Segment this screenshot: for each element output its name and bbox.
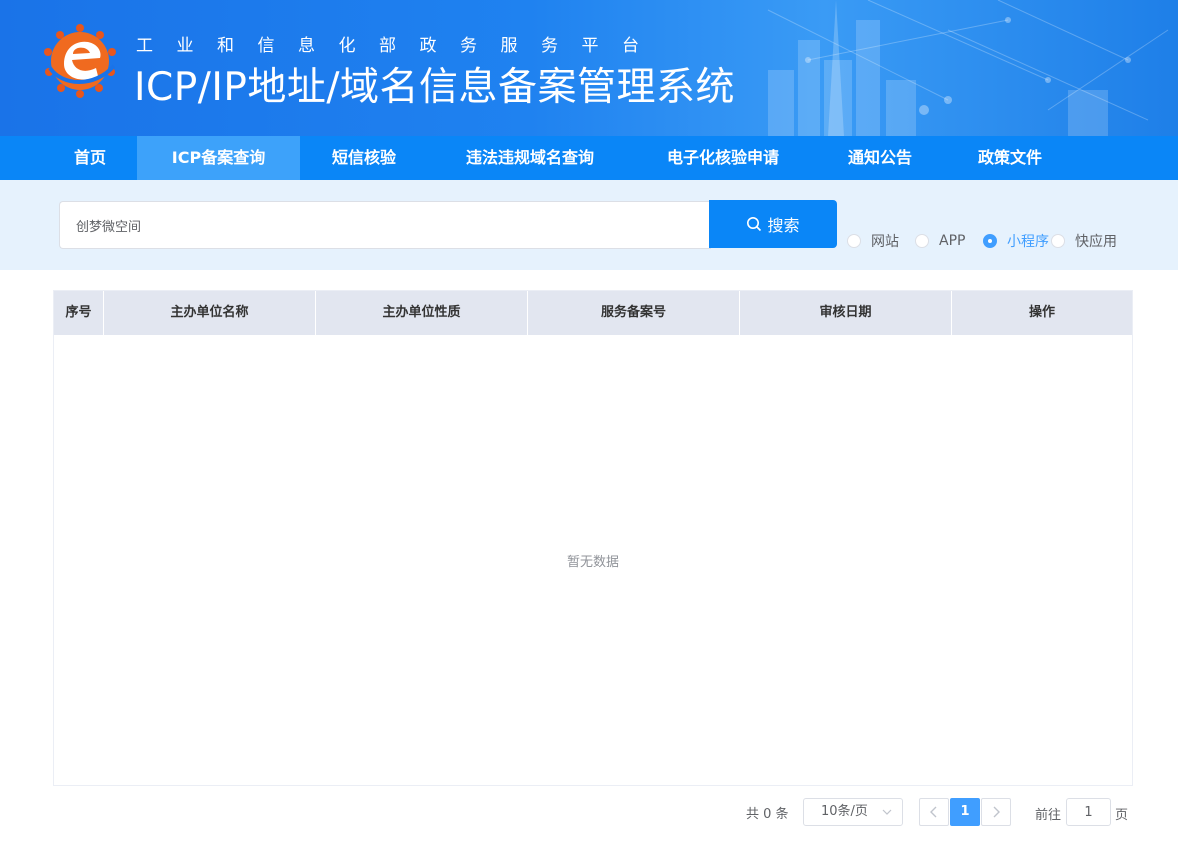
search-input[interactable] bbox=[59, 201, 711, 249]
empty-state-text: 暂无数据 bbox=[566, 555, 619, 570]
radio-dot bbox=[983, 234, 997, 248]
main-nav: 首页 ICP备案查询 短信核验 违法违规域名查询 电子化核验申请 通知公告 政策… bbox=[0, 136, 1178, 180]
radio-dot bbox=[915, 234, 929, 248]
nav-item-home[interactable]: 首页 bbox=[52, 136, 128, 180]
search-button[interactable]: 搜索 bbox=[709, 200, 837, 248]
radio-app[interactable]: APP bbox=[915, 232, 965, 250]
search-button-label: 搜索 bbox=[767, 216, 800, 235]
nav-item-sms-verify[interactable]: 短信核验 bbox=[310, 136, 418, 180]
page-number-current[interactable]: 1 bbox=[950, 798, 980, 826]
radio-label: APP bbox=[939, 233, 966, 249]
column-header-review-date: 审核日期 bbox=[740, 291, 952, 335]
page-size-select[interactable]: 10条/页 bbox=[803, 798, 903, 826]
radio-dot bbox=[1051, 234, 1065, 248]
chevron-right-icon bbox=[993, 806, 1000, 818]
radio-website[interactable]: 网站 bbox=[847, 232, 899, 250]
nav-item-icp-query[interactable]: ICP备案查询 bbox=[137, 136, 300, 180]
goto-label: 前往 bbox=[1035, 808, 1062, 823]
goto-page-input[interactable] bbox=[1066, 798, 1111, 826]
radio-quick-app[interactable]: 快应用 bbox=[1051, 232, 1117, 250]
chevron-down-icon bbox=[882, 809, 892, 815]
radio-label: 小程序 bbox=[1007, 234, 1049, 250]
goto-suffix: 页 bbox=[1115, 808, 1129, 823]
column-header-license-number: 服务备案号 bbox=[528, 291, 740, 335]
pagination-total: 共 0 条 bbox=[746, 807, 789, 822]
platform-subtitle: 工业和信息化部政务服务平台 bbox=[136, 36, 663, 56]
radio-mini-program[interactable]: 小程序 bbox=[983, 232, 1049, 250]
results-table: 序号 主办单位名称 主办单位性质 服务备案号 审核日期 操作 暂无数据 bbox=[53, 290, 1133, 786]
prev-page-button[interactable] bbox=[919, 798, 949, 826]
column-header-organizer-name: 主办单位名称 bbox=[104, 291, 316, 335]
nav-item-illegal-domain-query[interactable]: 违法违规域名查询 bbox=[440, 136, 620, 180]
column-header-organizer-type: 主办单位性质 bbox=[316, 291, 528, 335]
search-icon bbox=[747, 217, 762, 232]
radio-label: 快应用 bbox=[1075, 234, 1117, 250]
page-size-value: 10条/页 bbox=[821, 804, 868, 819]
system-title: ICP/IP地址/域名信息备案管理系统 bbox=[134, 65, 736, 110]
nav-item-e-verify-apply[interactable]: 电子化核验申请 bbox=[641, 136, 805, 180]
miit-logo bbox=[44, 24, 116, 98]
column-header-actions: 操作 bbox=[1028, 305, 1055, 320]
next-page-button[interactable] bbox=[981, 798, 1011, 826]
nav-item-policy-docs[interactable]: 政策文件 bbox=[955, 136, 1065, 180]
radio-label: 网站 bbox=[871, 234, 899, 250]
chevron-left-icon bbox=[930, 806, 937, 818]
radio-dot bbox=[847, 234, 861, 248]
header-banner: 工业和信息化部政务服务平台 ICP/IP地址/域名信息备案管理系统 bbox=[0, 0, 1178, 136]
nav-item-notices[interactable]: 通知公告 bbox=[825, 136, 935, 180]
column-header-index: 序号 bbox=[54, 291, 104, 335]
city-skyline-graphic bbox=[767, 0, 1169, 136]
table-header: 序号 主办单位名称 主办单位性质 服务备案号 审核日期 操作 bbox=[54, 291, 1132, 335]
